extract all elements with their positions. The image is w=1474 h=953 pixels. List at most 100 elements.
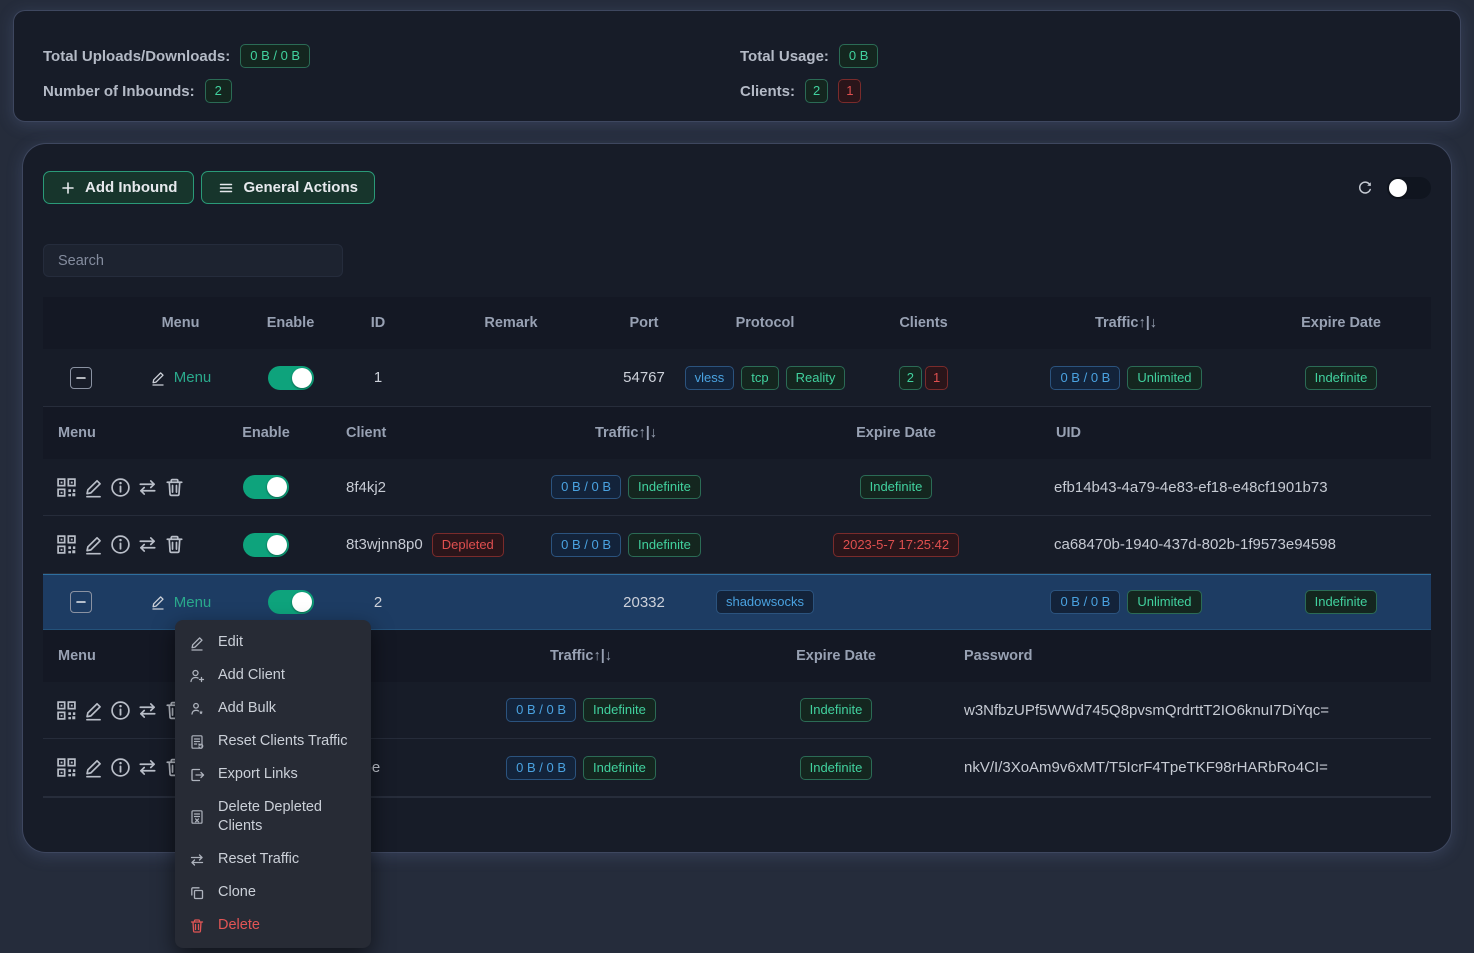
header-remark: Remark — [418, 315, 604, 331]
menu-item-label: Edit — [218, 633, 243, 652]
client-expire: Indefinite — [716, 698, 956, 722]
client-traffic: 0 B / 0 B Indefinite — [486, 533, 766, 557]
header-id: ID — [338, 315, 418, 331]
header-port: Port — [604, 315, 684, 331]
minus-icon — [73, 370, 89, 386]
auto-refresh-toggle[interactable] — [1387, 177, 1431, 199]
general-actions-button[interactable]: General Actions — [201, 171, 374, 204]
client-actions — [43, 477, 216, 498]
delete-icon[interactable] — [164, 534, 185, 555]
inbound-1-menu-button[interactable]: Menu — [150, 369, 212, 386]
header-enable: Enable — [243, 315, 338, 331]
header-traffic-sort[interactable]: Traffic↑|↓ — [446, 648, 716, 664]
client-name-group: 8t3wjnn8p0 Depleted — [316, 533, 486, 557]
header-clients: Clients — [846, 315, 1001, 331]
file-reset-icon — [189, 734, 205, 750]
info-icon[interactable] — [110, 757, 131, 778]
header-menu: Menu — [118, 315, 243, 331]
header-traffic-sort[interactable]: Traffic↑|↓ — [486, 425, 766, 441]
info-icon[interactable] — [110, 534, 131, 555]
expire-tag: Indefinite — [800, 756, 873, 780]
header-enable: Enable — [216, 425, 316, 441]
edit-icon[interactable] — [83, 477, 104, 498]
protocol-tag-shadowsocks: shadowsocks — [716, 590, 814, 614]
search-input[interactable] — [43, 244, 343, 277]
header-expire-date: Expire Date — [716, 648, 956, 664]
edit-icon[interactable] — [83, 700, 104, 721]
inbound-2-traffic: 0 B / 0 B Unlimited — [1001, 590, 1251, 614]
menu-item-add-bulk[interactable]: Add Bulk — [175, 692, 371, 725]
header-traffic-sort[interactable]: Traffic↑|↓ — [1001, 315, 1251, 331]
inbound-1-id: 1 — [338, 369, 418, 386]
traffic-limit-tag: Indefinite — [583, 756, 656, 780]
traffic-limit-tag: Indefinite — [583, 698, 656, 722]
reset-traffic-icon[interactable] — [137, 757, 158, 778]
inbound-context-menu: Edit Add Client Add Bulk Reset Clients T… — [175, 620, 371, 948]
toggle-knob — [292, 368, 312, 388]
qr-code-icon[interactable] — [56, 477, 77, 498]
client-name: 8t3wjnn8p0 — [346, 536, 423, 553]
client-expire: Indefinite — [716, 756, 956, 780]
minus-icon — [73, 594, 89, 610]
reset-traffic-icon[interactable] — [137, 700, 158, 721]
inbound-1-protocols: vless tcp Reality — [684, 366, 846, 390]
info-icon[interactable] — [110, 477, 131, 498]
protocol-tag-reality: Reality — [786, 366, 846, 390]
inbound-2-menu-label: Menu — [174, 594, 212, 611]
total-usage-stat: Total Usage: 0 B — [740, 44, 878, 68]
protocol-tag-vless: vless — [685, 366, 735, 390]
menu-item-reset-traffic[interactable]: Reset Traffic — [175, 843, 371, 876]
delete-icon[interactable] — [164, 477, 185, 498]
header-password: Password — [956, 648, 1431, 664]
refresh-icon[interactable] — [1357, 180, 1373, 196]
header-uid: UID — [1026, 425, 1431, 441]
trash-icon — [189, 918, 205, 934]
expire-date-tag: 2023-5-7 17:25:42 — [833, 533, 959, 557]
expire-tag: Indefinite — [1305, 366, 1378, 390]
menu-item-clone[interactable]: Clone — [175, 876, 371, 909]
file-delete-icon — [189, 809, 205, 825]
inbound-2-menu-button[interactable]: Menu — [150, 594, 212, 611]
menu-item-delete[interactable]: Delete — [175, 909, 371, 942]
info-icon[interactable] — [110, 700, 131, 721]
client-enable-toggle[interactable] — [243, 533, 289, 557]
client-uid: ca68470b-1940-437d-802b-1f9573e94598 — [1026, 536, 1431, 553]
menu-item-label: Add Client — [218, 666, 285, 685]
edit-icon[interactable] — [83, 757, 104, 778]
inbound-2-port: 20332 — [604, 594, 684, 611]
client-traffic: 0 B / 0 B Indefinite — [446, 756, 716, 780]
collapse-row-button[interactable] — [70, 591, 92, 613]
inbounds-page: Total Uploads/Downloads: 0 B / 0 B Total… — [0, 0, 1474, 953]
client-expire: Indefinite — [766, 475, 1026, 499]
header-protocol: Protocol — [684, 315, 846, 331]
qr-code-icon[interactable] — [56, 700, 77, 721]
reset-traffic-icon[interactable] — [137, 534, 158, 555]
menu-item-reset-clients-traffic[interactable]: Reset Clients Traffic — [175, 725, 371, 758]
menu-item-edit[interactable]: Edit — [175, 626, 371, 659]
menu-item-delete-depleted-clients[interactable]: Delete Depleted Clients — [175, 791, 371, 843]
qr-code-icon[interactable] — [56, 534, 77, 555]
menu-item-label: Reset Traffic — [218, 850, 299, 869]
edit-icon[interactable] — [83, 534, 104, 555]
clients-depleted-tag: 1 — [925, 366, 948, 390]
client-enable-toggle[interactable] — [243, 475, 289, 499]
add-inbound-button[interactable]: Add Inbound — [43, 171, 194, 204]
qr-code-icon[interactable] — [56, 757, 77, 778]
inbound-1-expire: Indefinite — [1251, 366, 1431, 390]
traffic-tag: 0 B / 0 B — [1050, 366, 1120, 390]
menu-item-add-client[interactable]: Add Client — [175, 659, 371, 692]
protocol-tag-tcp: tcp — [741, 366, 778, 390]
collapse-row-button[interactable] — [70, 367, 92, 389]
header-expire-date: Expire Date — [1251, 315, 1431, 331]
inbound-2-enable-toggle[interactable] — [268, 590, 314, 614]
menu-item-export-links[interactable]: Export Links — [175, 758, 371, 791]
stats-row-2: Number of Inbounds: 2 Clients: 2 1 — [43, 78, 1460, 104]
header-menu: Menu — [43, 425, 216, 441]
inbound-2-protocols: shadowsocks — [684, 590, 846, 614]
reset-traffic-icon[interactable] — [137, 477, 158, 498]
traffic-limit-tag: Indefinite — [628, 533, 701, 557]
inbound-1-enable-toggle[interactable] — [268, 366, 314, 390]
inbound-1-traffic: 0 B / 0 B Unlimited — [1001, 366, 1251, 390]
menu-item-label: Delete Depleted Clients — [218, 798, 357, 836]
client-name: 8f4kj2 — [316, 479, 486, 496]
